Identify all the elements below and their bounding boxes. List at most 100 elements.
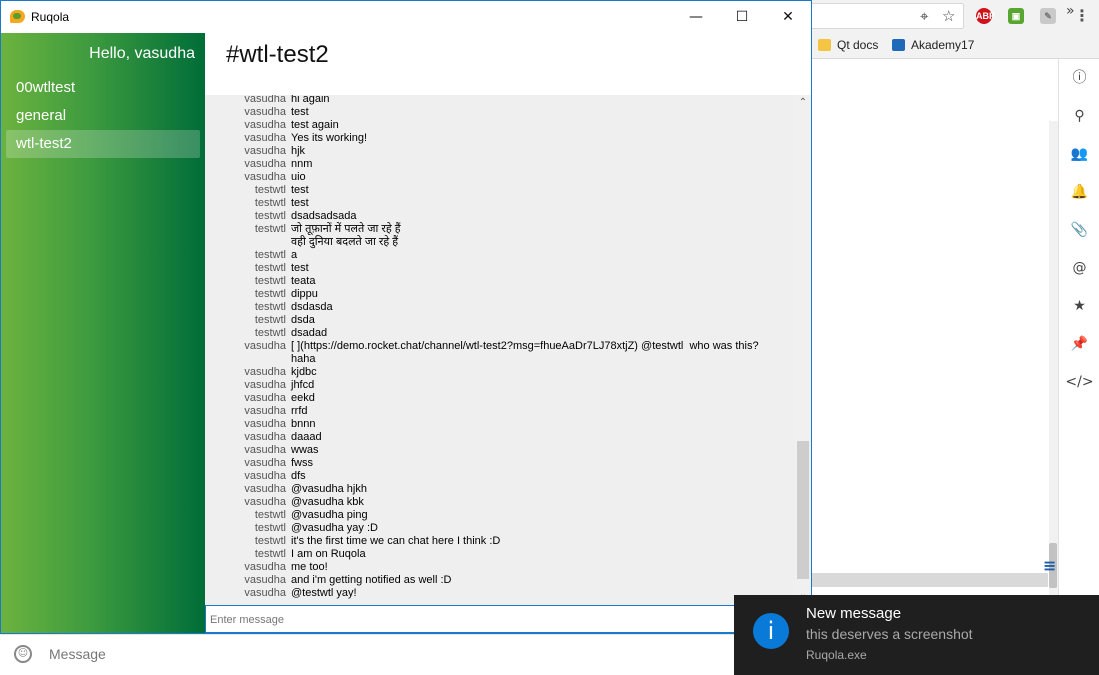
- message-author[interactable]: vasudha: [205, 379, 291, 392]
- message-author[interactable]: testwtl: [205, 275, 291, 288]
- paperclip-icon[interactable]: 📎: [1059, 221, 1099, 239]
- message-author[interactable]: testwtl: [205, 327, 291, 340]
- message-row: vasudha jhfcd: [205, 379, 795, 392]
- message-author[interactable]: vasudha: [205, 405, 291, 418]
- pdf-extension-icon[interactable]: ✎: [1040, 8, 1056, 24]
- message-author[interactable]: vasudha: [205, 171, 291, 184]
- code-icon[interactable]: </>: [1059, 373, 1099, 391]
- info-icon[interactable]: ⓘ: [1059, 69, 1099, 87]
- sidebar-item-general[interactable]: general: [6, 102, 200, 130]
- message-author[interactable]: vasudha: [205, 496, 291, 509]
- message-author[interactable]: vasudha: [205, 587, 291, 600]
- browser-omnibox[interactable]: ⌖ ☆: [812, 3, 964, 29]
- location-target-icon[interactable]: ⌖: [920, 7, 928, 25]
- message-author[interactable]: testwtl: [205, 184, 291, 197]
- room-list: 00wtltest general wtl-test2: [1, 74, 205, 158]
- notification-title: New message: [806, 605, 902, 622]
- message-author[interactable]: vasudha: [205, 132, 291, 145]
- compose-placeholder[interactable]: Message: [49, 646, 106, 662]
- message-text: [ ](https://demo.rocket.chat/channel/wtl…: [291, 340, 759, 365]
- bookmark-qt-docs[interactable]: Qt docs: [818, 37, 878, 53]
- notification-toast[interactable]: i New message this deserves a screenshot…: [734, 595, 1099, 675]
- bell-icon[interactable]: 🔔: [1059, 183, 1099, 201]
- message-author[interactable]: testwtl: [205, 548, 291, 561]
- message-text: wwas: [291, 444, 319, 456]
- message-author[interactable]: testwtl: [205, 210, 291, 223]
- message-row: vasudha kjdbc: [205, 366, 795, 379]
- message-author[interactable]: vasudha: [205, 483, 291, 496]
- message-author[interactable]: vasudha: [205, 95, 291, 106]
- emoji-icon[interactable]: ☺: [14, 645, 32, 663]
- message-author[interactable]: vasudha: [205, 470, 291, 483]
- message-author[interactable]: vasudha: [205, 561, 291, 574]
- message-author[interactable]: vasudha: [205, 444, 291, 457]
- message-author[interactable]: vasudha: [205, 158, 291, 171]
- message-author[interactable]: testwtl: [205, 509, 291, 522]
- scrollbar-thumb[interactable]: [797, 441, 809, 579]
- message-input-box[interactable]: [205, 605, 811, 633]
- message-text: Yes its working!: [291, 132, 368, 144]
- title-bar[interactable]: Ruqola — ☐ ✕: [1, 1, 811, 33]
- message-author[interactable]: vasudha: [205, 119, 291, 132]
- adblock-extension-icon[interactable]: ABP: [976, 8, 995, 24]
- message-author[interactable]: testwtl: [205, 522, 291, 535]
- message-author[interactable]: testwtl: [205, 223, 291, 249]
- message-author[interactable]: testwtl: [205, 288, 291, 301]
- message-row: testwtl a: [205, 249, 795, 262]
- message-text: dippu: [291, 288, 318, 300]
- message-author[interactable]: vasudha: [205, 145, 291, 158]
- message-author[interactable]: vasudha: [205, 457, 291, 470]
- message-row: vasudha Yes its working!: [205, 132, 795, 145]
- message-row: vasudha @vasudha kbk: [205, 496, 795, 509]
- message-author[interactable]: testwtl: [205, 301, 291, 314]
- message-text: and i'm getting notified as well :D: [291, 574, 452, 586]
- message-row: testwtl it's the first time we can chat h…: [205, 535, 795, 548]
- room-label: wtl-test2: [16, 135, 72, 152]
- message-list[interactable]: vasudha hi again vasudha test vasudha test ag…: [205, 95, 795, 605]
- message-row: vasudha @vasudha hjkh: [205, 483, 795, 496]
- message-author[interactable]: testwtl: [205, 314, 291, 327]
- star-icon[interactable]: ★: [1059, 297, 1099, 315]
- scroll-up-arrow-icon[interactable]: ⌃: [795, 97, 811, 108]
- pin-icon[interactable]: 📌: [1059, 335, 1099, 353]
- message-row: testwtl dsda: [205, 314, 795, 327]
- members-icon[interactable]: 👥: [1059, 145, 1099, 163]
- message-text: rrfd: [291, 405, 308, 417]
- message-row: vasudha[ ](https://demo.rocket.chat/chan…: [205, 340, 795, 366]
- message-input[interactable]: [208, 611, 732, 629]
- message-author[interactable]: testwtl: [205, 262, 291, 275]
- maximize-button[interactable]: ☐: [719, 1, 765, 33]
- message-row: vasudha bnnn: [205, 418, 795, 431]
- message-author[interactable]: vasudha: [205, 418, 291, 431]
- message-author[interactable]: vasudha: [205, 574, 291, 587]
- sidebar-item-wtl-test2[interactable]: wtl-test2: [6, 130, 200, 158]
- message-row: testwtl test: [205, 184, 795, 197]
- bookmarks-overflow-icon[interactable]: »: [1066, 3, 1075, 19]
- message-author[interactable]: vasudha: [205, 431, 291, 444]
- search-icon[interactable]: ⚲: [1059, 107, 1099, 125]
- message-author[interactable]: testwtl: [205, 197, 291, 210]
- message-row: testwtl @vasudha yay :D: [205, 522, 795, 535]
- sidebar: Hello, vasudha 00wtltest general wtl-tes…: [1, 33, 205, 633]
- mention-icon[interactable]: @: [1059, 259, 1099, 277]
- sidebar-item-00wtltest[interactable]: 00wtltest: [6, 74, 200, 102]
- message-author[interactable]: vasudha: [205, 106, 291, 119]
- drag-handle-icon[interactable]: ≡: [1043, 556, 1056, 576]
- message-text: dfs: [291, 470, 306, 482]
- minimize-button[interactable]: —: [673, 1, 719, 33]
- message-author[interactable]: testwtl: [205, 249, 291, 262]
- message-author[interactable]: vasudha: [205, 392, 291, 405]
- bookmark-star-icon[interactable]: ☆: [942, 7, 955, 25]
- message-author[interactable]: vasudha: [205, 366, 291, 379]
- browser-menu-icon[interactable]: ⋮: [1074, 6, 1090, 26]
- message-text: जो तूफ़ानों में पलते जा रहे हैं वही दुनि…: [291, 223, 401, 248]
- bookmark-akademy17[interactable]: Akademy17: [892, 37, 974, 53]
- message-text: it's the first time we can chat here I t…: [291, 535, 501, 547]
- close-button[interactable]: ✕: [765, 1, 811, 33]
- message-row: vasudha @testwtl yay!: [205, 587, 795, 600]
- green-extension-icon[interactable]: ▣: [1008, 8, 1024, 24]
- message-author[interactable]: vasudha: [205, 340, 291, 366]
- message-author[interactable]: testwtl: [205, 535, 291, 548]
- message-scrollbar[interactable]: ⌃ ⌄: [795, 95, 811, 605]
- message-text: nnm: [291, 158, 313, 170]
